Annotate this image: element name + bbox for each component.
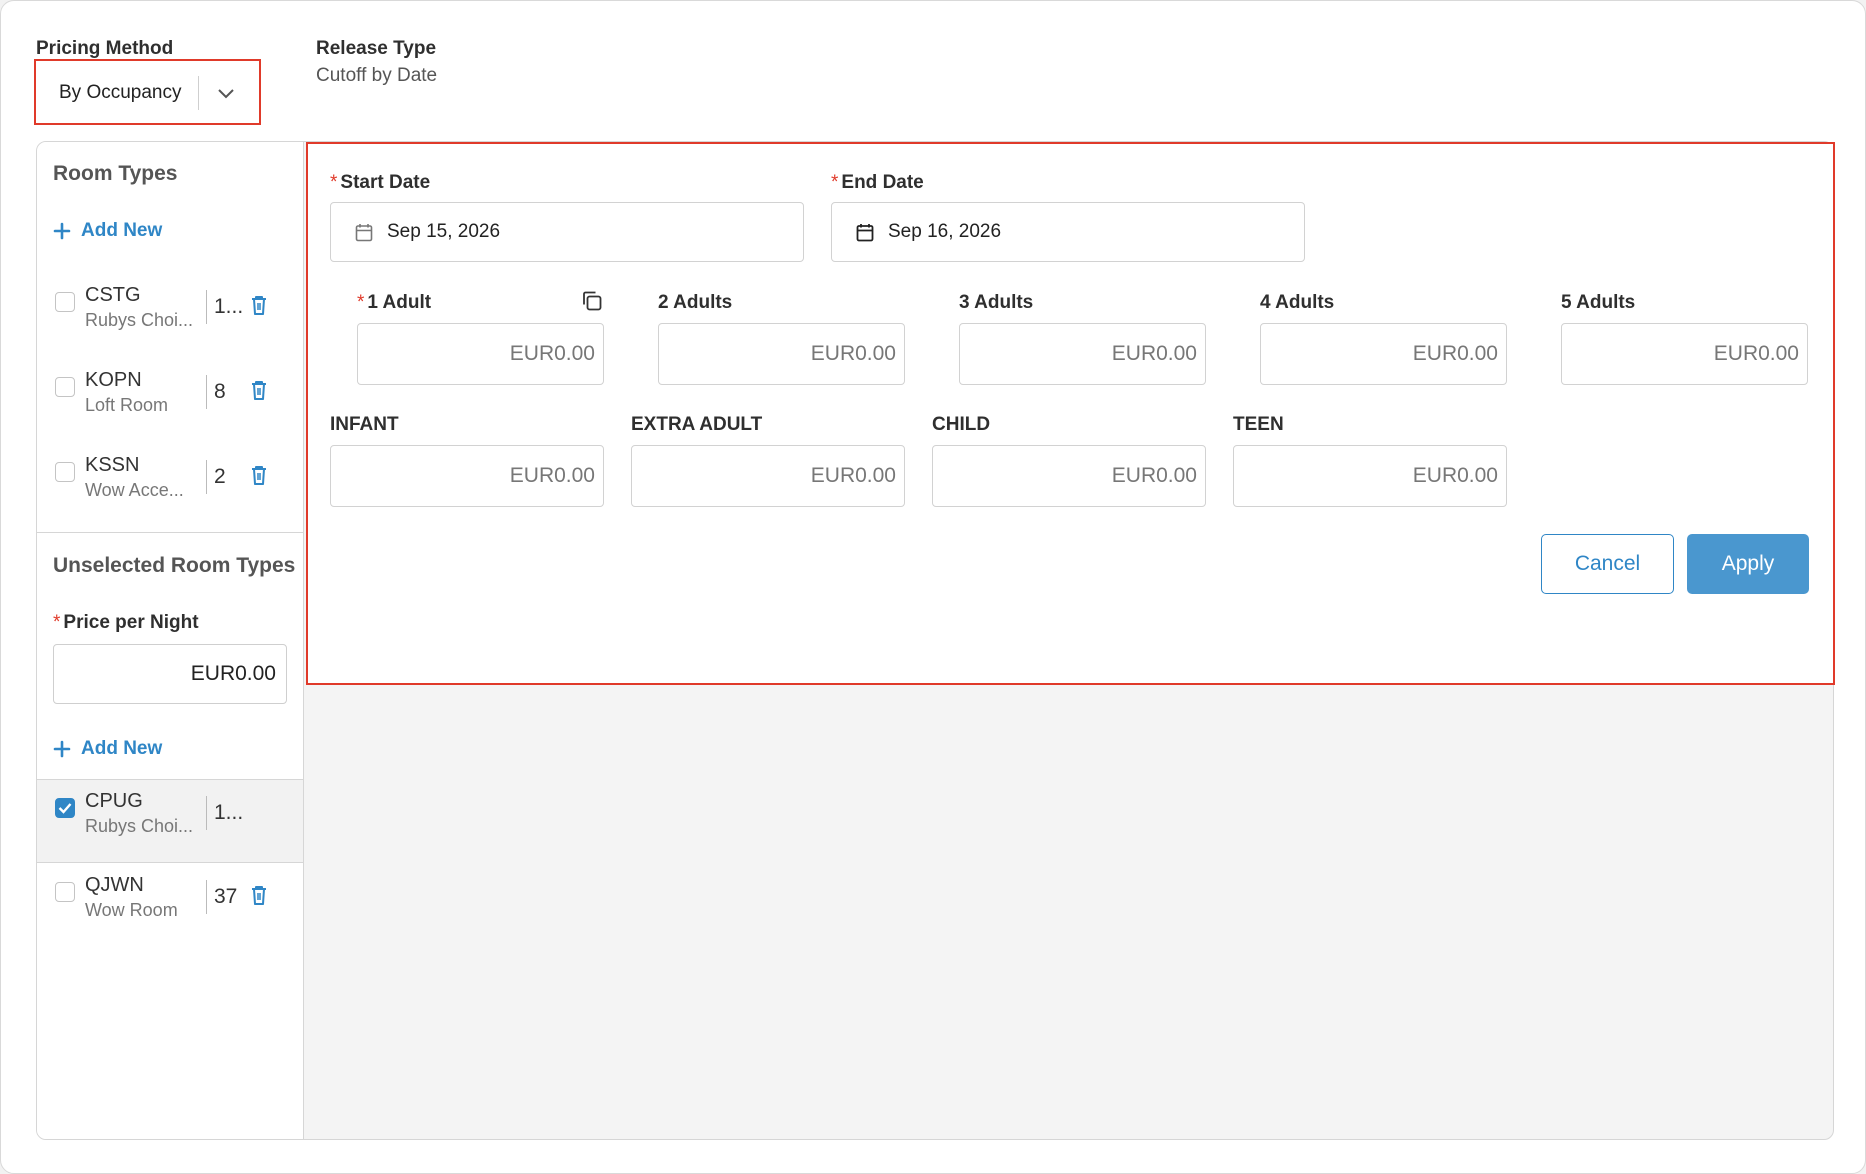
occupancy-price-input[interactable]: EUR0.00 (357, 323, 604, 385)
room-type-checkbox-checked[interactable] (55, 798, 75, 818)
calendar-icon (856, 223, 874, 241)
pricing-method-label: Pricing Method (36, 38, 174, 59)
occupancy-label-2-adults: 2 Adults (658, 292, 733, 313)
extra-label-extra-adult: EXTRA ADULT (631, 414, 763, 435)
end-date-label: * End Date (831, 172, 924, 194)
occupancy-price-input[interactable]: EUR0.00 (658, 323, 905, 385)
room-count: 37 (206, 880, 248, 914)
date-range-pricing-editor: * Start Date Sep 15, 2026 * End Date Sep 1… (306, 142, 1835, 685)
room-types-sidebar: Room Types Add New CSTG Rubys Choi... 1.… (37, 142, 304, 1139)
room-type-checkbox[interactable] (55, 292, 75, 312)
start-date-label: * Start Date (330, 172, 430, 194)
calendar-icon (355, 223, 373, 241)
extra-price-input[interactable]: EUR0.00 (330, 445, 604, 507)
price-per-night-label: * Price per Night (53, 612, 199, 634)
extra-price-input[interactable]: EUR0.00 (1233, 445, 1507, 507)
add-new-label: Add New (81, 738, 163, 759)
room-name: Rubys Choi... (85, 816, 194, 836)
room-type-checkbox[interactable] (55, 377, 75, 397)
trash-icon[interactable] (249, 464, 269, 491)
room-name: Wow Acce... (85, 480, 184, 500)
room-type-item[interactable]: KOPN Loft Room 8 (37, 359, 303, 443)
checkmark-icon (58, 803, 72, 814)
room-code: KOPN (85, 369, 142, 391)
room-count: 1... (206, 796, 248, 830)
pricing-method-select[interactable]: By Occupancy (42, 67, 253, 119)
occupancy-price-input[interactable]: EUR0.00 (959, 323, 1206, 385)
room-name: Rubys Choi... (85, 310, 194, 330)
unselected-room-item[interactable]: QJWN Wow Room 37 (37, 864, 303, 948)
extra-price-input[interactable]: EUR0.00 (932, 445, 1206, 507)
room-name: Wow Room (85, 900, 178, 920)
app-window: Pricing Method By Occupancy Release Type… (0, 0, 1866, 1174)
occupancy-label-text: 1 Adult (367, 292, 432, 313)
apply-button[interactable]: Apply (1687, 534, 1809, 594)
room-count: 1... (206, 290, 248, 324)
room-count: 8 (206, 375, 248, 409)
room-code: CSTG (85, 284, 141, 306)
release-type-value: Cutoff by Date (316, 65, 438, 86)
room-name: Loft Room (85, 395, 169, 415)
unselected-room-item[interactable]: CPUG Rubys Choi... 1... (37, 779, 303, 863)
trash-icon[interactable] (249, 294, 269, 321)
room-type-item[interactable]: CSTG Rubys Choi... 1... (37, 274, 303, 358)
cancel-button[interactable]: Cancel (1541, 534, 1674, 594)
extra-label-teen: TEEN (1233, 414, 1284, 435)
occupancy-label-1-adult: * 1 Adult (357, 292, 431, 314)
required-marker: * (831, 172, 839, 193)
room-type-item[interactable]: KSSN Wow Acce... 2 (37, 444, 303, 528)
add-new-label: Add New (81, 220, 163, 241)
occupancy-label-3-adults: 3 Adults (959, 292, 1034, 313)
end-date-input[interactable]: Sep 16, 2026 (831, 202, 1305, 262)
release-type-label: Release Type (316, 38, 437, 59)
price-per-night-label-text: Price per Night (63, 612, 199, 633)
required-marker: * (330, 172, 338, 193)
room-code: QJWN (85, 874, 144, 896)
add-new-unselected-button[interactable]: Add New (53, 738, 162, 760)
price-per-night-input[interactable]: EUR0.00 (53, 644, 287, 704)
pricing-method-highlight: By Occupancy (34, 59, 261, 125)
required-marker: * (357, 292, 365, 313)
trash-icon[interactable] (249, 379, 269, 406)
extra-label-child: CHILD (932, 414, 991, 435)
extra-price-input[interactable]: EUR0.00 (631, 445, 905, 507)
pricing-method-value: By Occupancy (59, 82, 182, 103)
section-divider (37, 532, 303, 533)
plus-icon (53, 222, 71, 240)
start-date-label-text: Start Date (340, 172, 431, 193)
room-type-checkbox[interactable] (55, 462, 75, 482)
extra-label-infant: INFANT (330, 414, 399, 435)
required-marker: * (53, 612, 61, 633)
trash-icon[interactable] (249, 884, 269, 911)
room-count: 2 (206, 460, 248, 494)
room-type-checkbox[interactable] (55, 882, 75, 902)
plus-icon (53, 740, 71, 758)
occupancy-price-input[interactable]: EUR0.00 (1260, 323, 1507, 385)
end-date-value: Sep 16, 2026 (888, 221, 1002, 242)
copy-icon[interactable] (580, 289, 604, 318)
start-date-value: Sep 15, 2026 (387, 221, 501, 242)
room-types-title: Room Types (53, 162, 178, 185)
occupancy-price-input[interactable]: EUR0.00 (1561, 323, 1808, 385)
chevron-down-icon[interactable] (199, 87, 253, 99)
occupancy-label-4-adults: 4 Adults (1260, 292, 1335, 313)
end-date-label-text: End Date (841, 172, 924, 193)
occupancy-label-5-adults: 5 Adults (1561, 292, 1636, 313)
unselected-room-types-title: Unselected Room Types (53, 554, 296, 577)
room-code: KSSN (85, 454, 140, 476)
room-code: CPUG (85, 790, 143, 812)
add-new-room-type-button[interactable]: Add New (53, 220, 162, 242)
start-date-input[interactable]: Sep 15, 2026 (330, 202, 804, 262)
